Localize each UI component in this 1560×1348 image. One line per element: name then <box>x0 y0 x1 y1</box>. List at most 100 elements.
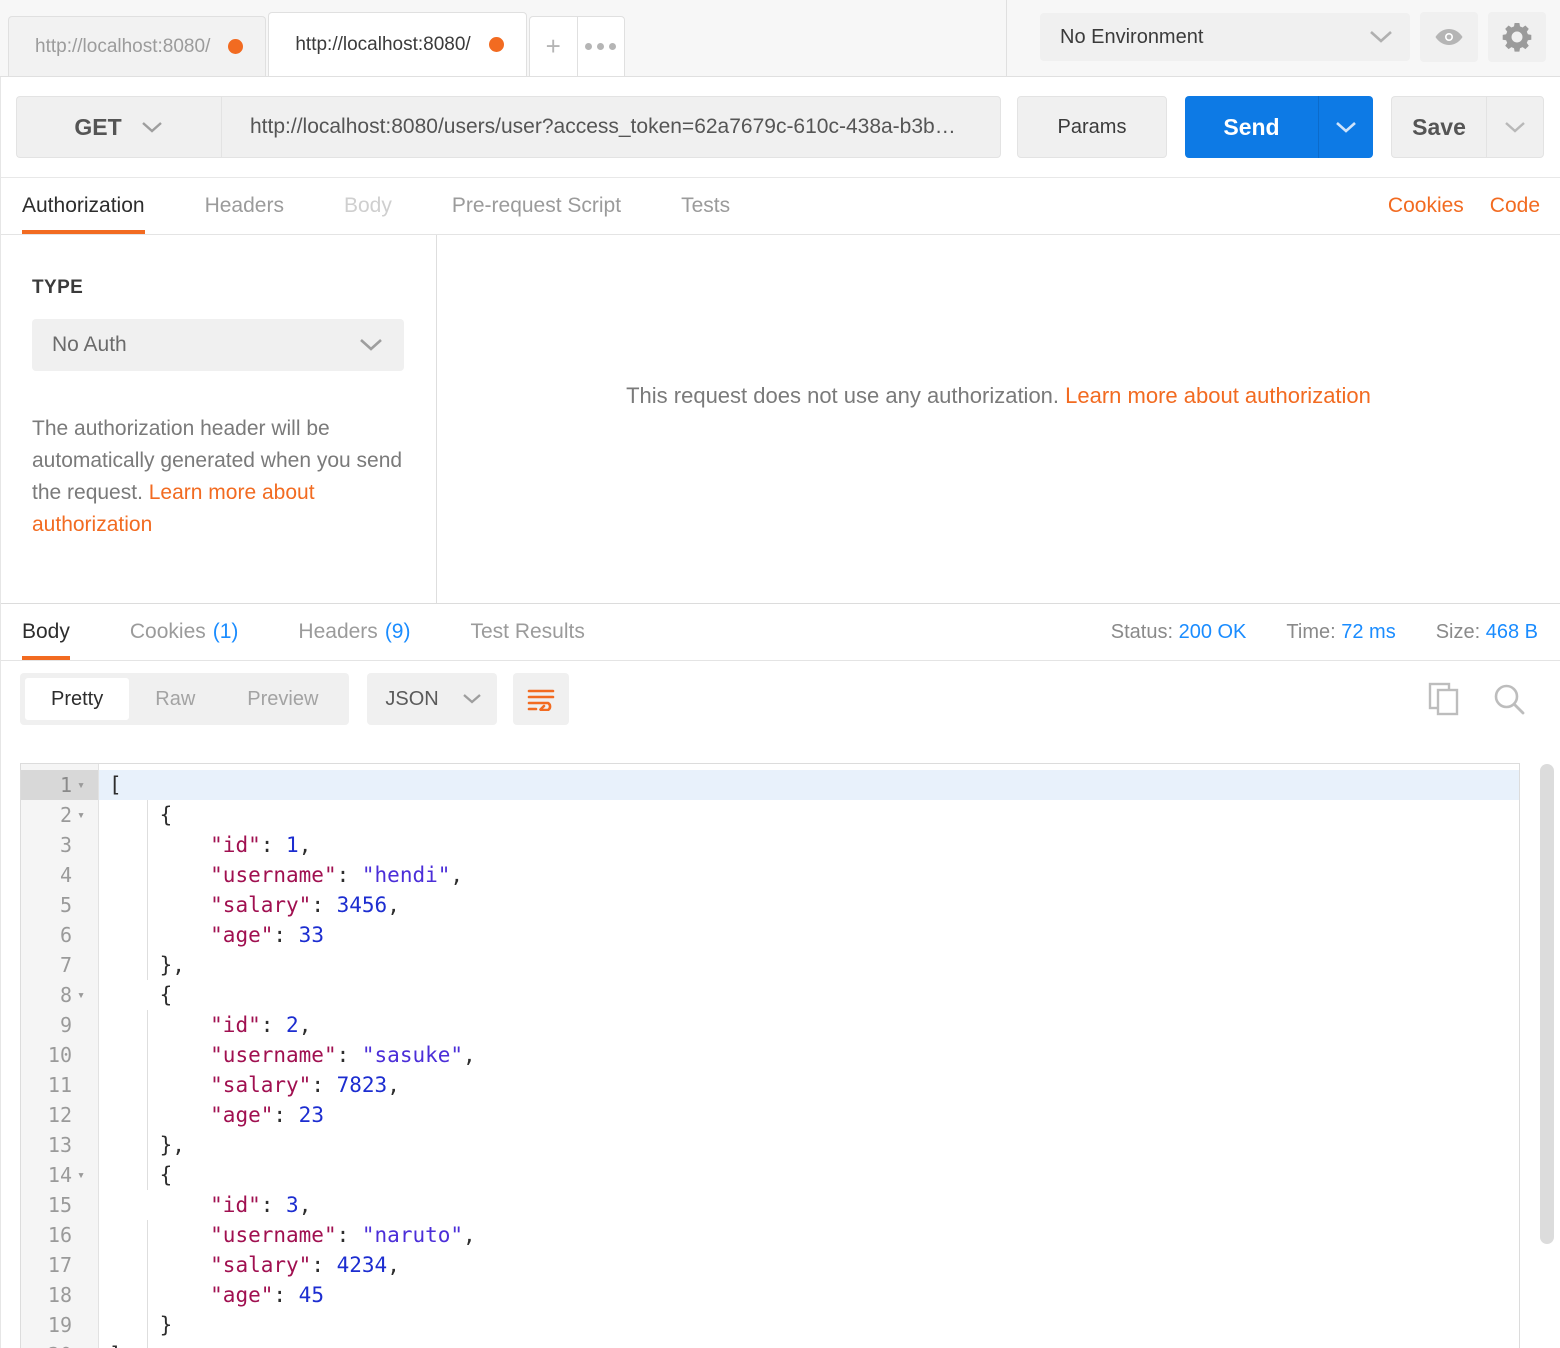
code-token: [ <box>109 773 122 797</box>
send-options-button[interactable] <box>1318 96 1373 158</box>
tab-headers-label: Headers <box>204 194 284 217</box>
tab-body[interactable]: Body <box>344 178 420 234</box>
auth-type-label: TYPE <box>32 277 84 298</box>
http-method-select[interactable]: GET <box>16 96 221 158</box>
size-badge: Size: 468 B <box>1436 621 1538 644</box>
page-scrollbar[interactable] <box>1540 764 1554 1244</box>
code-token: , <box>450 863 464 887</box>
response-view-switch: Pretty Raw Preview <box>20 673 350 725</box>
code-link[interactable]: Code <box>1490 194 1540 218</box>
response-meta: Status: 200 OK Time: 72 ms Size: 468 B <box>1111 604 1538 660</box>
auth-empty-message-link[interactable]: Learn more about authorization <box>1065 383 1371 408</box>
tab-body-label: Body <box>343 194 392 217</box>
search-button[interactable] <box>1492 682 1526 716</box>
code-line: "age": 33 <box>99 920 1519 950</box>
tab-tests-label: Tests <box>681 194 731 217</box>
code-token: "salary" <box>210 893 312 917</box>
copy-button[interactable] <box>1428 682 1460 716</box>
fold-toggle-icon[interactable]: ▾ <box>72 778 90 793</box>
environment-quick-look-button[interactable] <box>1420 12 1478 62</box>
fold-toggle-icon[interactable]: ▾ <box>72 1168 90 1183</box>
auth-empty-message: This request does not use any authorizat… <box>626 383 1371 409</box>
code-line: }, <box>99 1130 1519 1160</box>
request-tabs: Authorization Headers Body Pre-request S… <box>0 178 1560 235</box>
tab-authorization[interactable]: Authorization <box>22 178 173 234</box>
code-line: "salary": 3456, <box>99 890 1519 920</box>
tab-options-button[interactable] <box>576 16 625 76</box>
code-token: 23 <box>298 1103 324 1127</box>
code-token: 4234 <box>336 1253 388 1277</box>
code-token: "username" <box>210 1043 337 1067</box>
code-token: : <box>336 1223 362 1247</box>
save-button[interactable]: Save <box>1391 96 1486 158</box>
code-token: "sasuke" <box>361 1043 464 1067</box>
code-token: "hendi" <box>361 863 451 887</box>
line-number: 12▾ <box>47 1103 72 1127</box>
line-number: 19▾ <box>47 1313 72 1337</box>
request-tab-2-label: http://localhost:8080/ <box>295 33 471 55</box>
response-body-code[interactable]: [ { "id": 1, "username": "hendi", "salar… <box>99 764 1519 1348</box>
chevron-down-icon <box>140 120 164 135</box>
response-tab-body[interactable]: Body <box>22 604 98 660</box>
code-token: , <box>387 1253 400 1277</box>
code-token: , <box>463 1223 476 1247</box>
line-number: 14 ▾ <box>21 1160 98 1190</box>
code-line: ] <box>99 1340 1519 1348</box>
view-pretty-button[interactable]: Pretty <box>25 678 130 720</box>
request-tab-1[interactable]: http://localhost:8080/ <box>8 16 267 76</box>
line-number: 5▾ <box>59 893 72 917</box>
tab-headers[interactable]: Headers <box>205 178 312 234</box>
code-token: : <box>260 1193 287 1217</box>
eye-icon <box>1434 27 1464 47</box>
save-options-button[interactable] <box>1486 96 1544 158</box>
code-line: [ <box>99 770 1519 800</box>
params-button[interactable]: Params <box>1017 96 1167 158</box>
line-number: 16▾ <box>47 1223 72 1247</box>
auth-type-pane: TYPE No Auth The authorization header wi… <box>0 235 437 603</box>
auth-detail-pane: This request does not use any authorizat… <box>437 235 1560 603</box>
response-tab-cookies[interactable]: Cookies (1) <box>130 604 267 660</box>
cookies-link[interactable]: Cookies <box>1388 194 1464 218</box>
code-token: : <box>273 1103 299 1127</box>
response-tab-test-results[interactable]: Test Results <box>470 604 612 660</box>
response-tab-cookies-count: (1) <box>212 620 239 643</box>
view-raw-button[interactable]: Raw <box>129 678 221 720</box>
response-format-select[interactable]: JSON <box>367 673 498 725</box>
new-tab-button[interactable]: + <box>528 16 577 76</box>
code-token: }, <box>159 953 185 977</box>
view-pretty-label: Pretty <box>51 687 104 710</box>
code-token: { <box>159 803 173 827</box>
url-input[interactable]: http://localhost:8080/users/user?access_… <box>221 96 1001 158</box>
line-number: 13▾ <box>47 1133 72 1157</box>
status-badge: Status: 200 OK <box>1111 621 1247 644</box>
word-wrap-button[interactable] <box>513 673 570 725</box>
line-number: 3▾ <box>59 833 72 857</box>
request-tab-2[interactable]: http://localhost:8080/ <box>268 12 527 76</box>
response-tab-cookies-label: Cookies <box>129 620 206 643</box>
tab-tests[interactable]: Tests <box>681 178 758 234</box>
line-number: 6▾ <box>59 923 72 947</box>
code-line: "username": "naruto", <box>99 1220 1519 1250</box>
settings-button[interactable] <box>1488 12 1546 62</box>
chevron-down-icon <box>1503 120 1527 135</box>
code-token: "salary" <box>210 1253 312 1277</box>
fold-toggle-icon[interactable]: ▾ <box>72 988 90 1003</box>
fold-toggle-icon[interactable]: ▾ <box>72 808 90 823</box>
code-token: , <box>463 1043 476 1067</box>
tab-pre-request-script[interactable]: Pre-request Script <box>452 178 649 234</box>
tab-authorization-label: Authorization <box>22 194 145 217</box>
word-wrap-icon <box>526 687 556 711</box>
view-preview-label: Preview <box>247 687 319 710</box>
auth-type-select[interactable]: No Auth <box>32 319 404 371</box>
view-preview-button[interactable]: Preview <box>221 678 344 720</box>
response-tab-headers[interactable]: Headers (9) <box>298 604 438 660</box>
response-body-viewer[interactable]: 1▾2▾3▾4▾5▾6▾7▾8▾9▾10▾11▾12▾13▾14▾15▾16▾1… <box>20 763 1520 1348</box>
tab-bar: http://localhost:8080/ http://localhost:… <box>0 0 1560 77</box>
url-bar: GET http://localhost:8080/users/user?acc… <box>0 77 1560 178</box>
response-tab-test-results-label: Test Results <box>470 620 585 643</box>
indent-guide <box>147 1010 148 1190</box>
send-button[interactable]: Send <box>1185 96 1318 158</box>
environment-select[interactable]: No Environment <box>1040 13 1410 61</box>
save-button-label: Save <box>1412 113 1466 140</box>
code-token: }, <box>159 1133 185 1157</box>
